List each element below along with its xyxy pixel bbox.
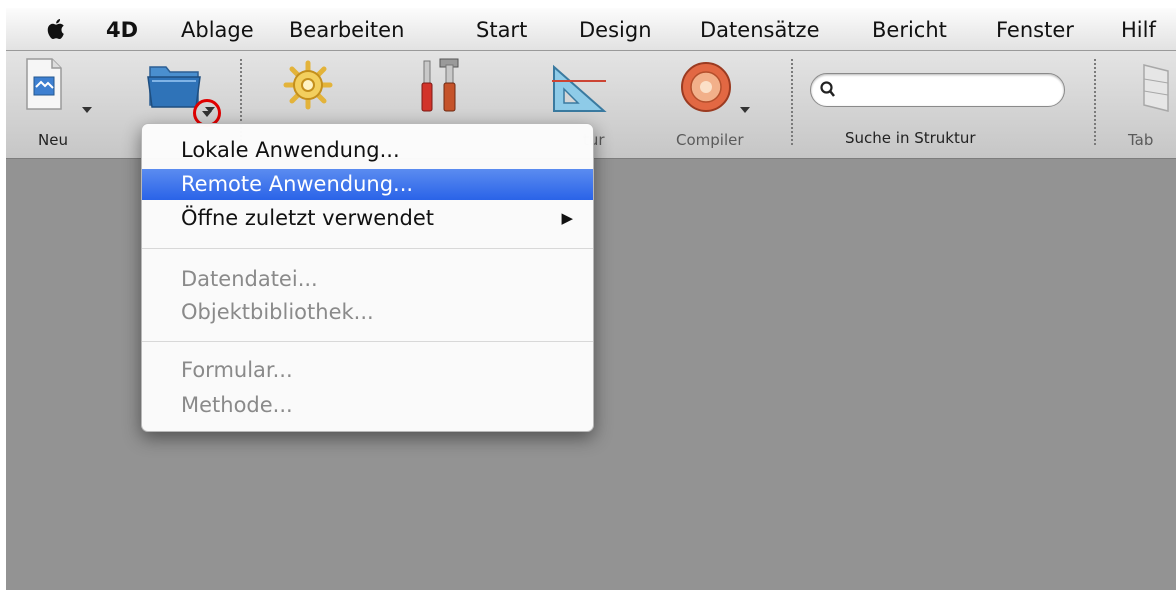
- menu-separator: [142, 248, 593, 249]
- menu-design[interactable]: Design: [579, 8, 652, 50]
- menu-item-label: Objektbibliothek...: [181, 300, 374, 324]
- menu-bericht[interactable]: Bericht: [872, 8, 947, 50]
- compiler-label: Compiler: [676, 131, 744, 149]
- menu-item-label: Remote Anwendung...: [181, 172, 414, 196]
- new-button[interactable]: Neu: [18, 51, 98, 155]
- menu-item-label: Lokale Anwendung...: [181, 138, 400, 162]
- compiler-icon: [681, 62, 731, 112]
- menu-item-label: Datendatei...: [181, 267, 318, 291]
- menu-item-label: Öffne zuletzt verwendet: [181, 206, 435, 230]
- menu-item-open-recent[interactable]: Öffne zuletzt verwendet ▶: [142, 203, 593, 234]
- new-label: Neu: [38, 131, 68, 149]
- tables-label: Tab: [1128, 131, 1154, 149]
- compiler-button[interactable]: Compiler: [666, 51, 776, 155]
- toolbar-separator: [791, 59, 793, 145]
- menu-item-label: Formular...: [181, 358, 293, 382]
- search-group: Suche in Struktur: [806, 51, 1076, 155]
- menu-start[interactable]: Start: [476, 8, 527, 50]
- submenu-arrow-icon: ▶: [561, 209, 573, 227]
- new-document-icon: [26, 58, 62, 110]
- search-icon: [820, 81, 835, 97]
- gear-icon: [283, 60, 333, 110]
- menu-4d[interactable]: 4D: [106, 8, 138, 50]
- tables-button[interactable]: Tab: [1106, 51, 1176, 155]
- menu-hilfe[interactable]: Hilf: [1121, 8, 1156, 50]
- search-field[interactable]: [810, 73, 1065, 107]
- menu-item-label: Methode...: [181, 393, 293, 417]
- new-dropdown-arrow-icon[interactable]: [82, 107, 92, 113]
- structure-ruler-icon: [552, 64, 607, 112]
- menu-item-method: Methode...: [142, 390, 593, 421]
- menu-item-object-library: Objektbibliothek...: [142, 297, 593, 328]
- menu-item-form: Formular...: [142, 355, 593, 386]
- search-input[interactable]: [841, 78, 1055, 102]
- menu-bearbeiten[interactable]: Bearbeiten: [289, 8, 404, 50]
- apple-logo-icon[interactable]: [46, 17, 68, 41]
- search-label: Suche in Struktur: [845, 129, 976, 147]
- menu-fenster[interactable]: Fenster: [996, 8, 1074, 50]
- menu-bar: 4D Ablage Bearbeiten Start Design Datens…: [6, 8, 1176, 51]
- highlighted-dropdown-arrow-icon[interactable]: [202, 111, 212, 117]
- open-dropdown-menu: Lokale Anwendung... Remote Anwendung... …: [141, 123, 594, 432]
- menu-item-remote-app[interactable]: Remote Anwendung...: [142, 169, 593, 200]
- menu-separator: [142, 341, 593, 342]
- toolbar-separator: [1094, 59, 1096, 145]
- tables-icon: [1143, 64, 1169, 112]
- folder-icon: [147, 66, 201, 108]
- menu-ablage[interactable]: Ablage: [181, 8, 254, 50]
- compiler-dropdown-arrow-icon[interactable]: [740, 107, 750, 113]
- tools-icon: [421, 58, 459, 112]
- menu-item-data-file: Datendatei...: [142, 264, 593, 295]
- menu-item-local-app[interactable]: Lokale Anwendung...: [142, 135, 593, 166]
- menu-datensaetze[interactable]: Datensätze: [700, 8, 820, 50]
